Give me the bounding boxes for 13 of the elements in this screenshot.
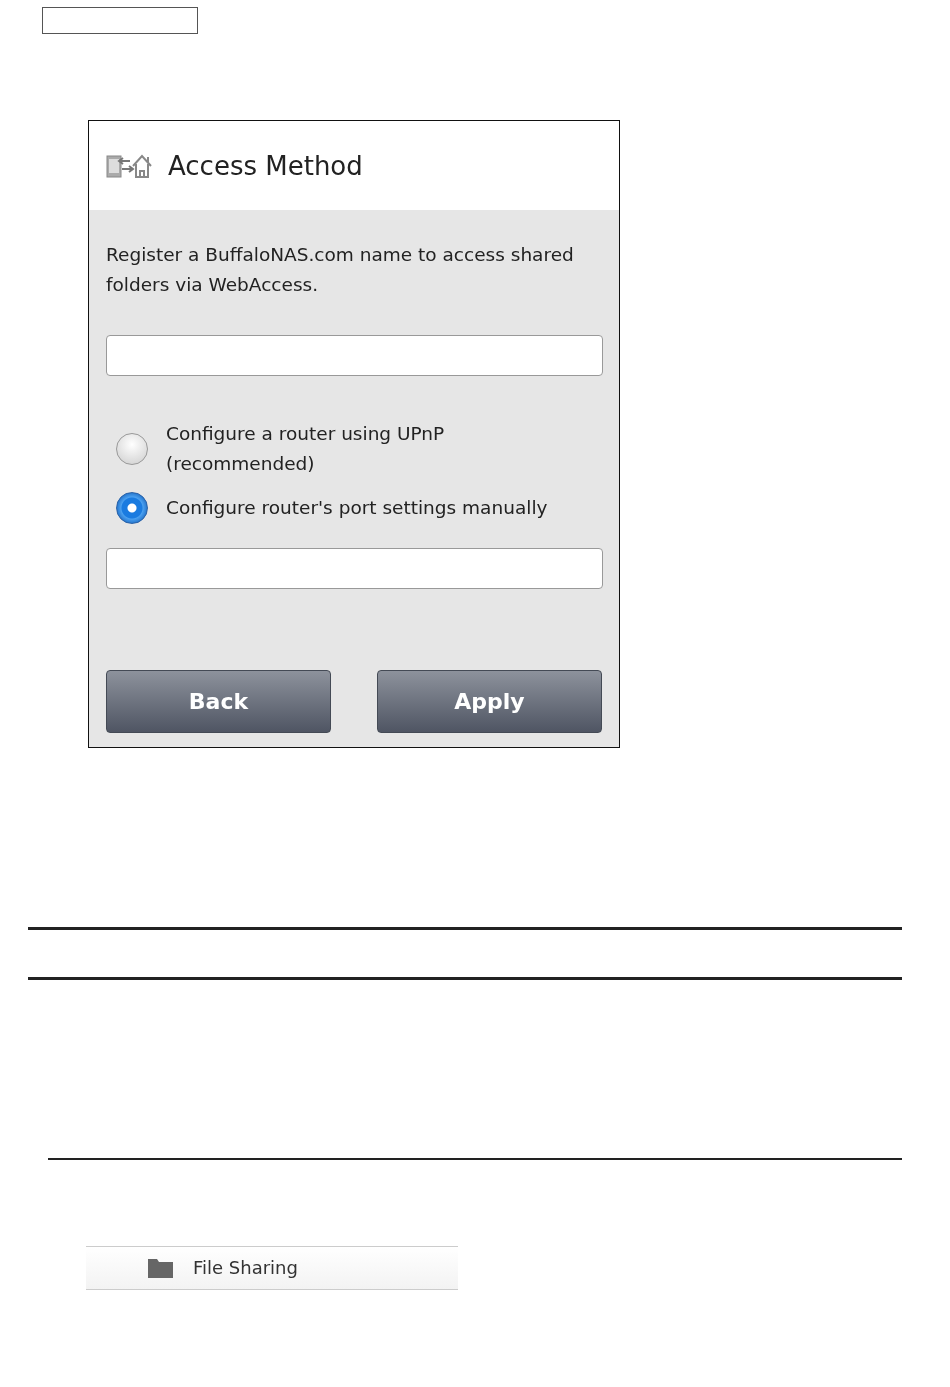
back-button[interactable]: Back <box>106 670 331 733</box>
option-label: Configure router's port settings manually <box>166 496 548 520</box>
radio-button[interactable] <box>116 433 148 465</box>
option-label: Configure a router using UPnP (recommended) <box>166 422 445 476</box>
folder-icon <box>148 1257 173 1278</box>
description-text: Register a BuffaloNAS.com name to access shared folders via WebAccess. <box>106 243 575 297</box>
name-input-field[interactable] <box>106 335 603 376</box>
phone-house-icon <box>106 152 154 179</box>
dialog-title: Access Method <box>168 150 363 181</box>
port-input-field[interactable] <box>106 548 603 589</box>
radio-button[interactable] <box>116 492 148 524</box>
menu-item[interactable]: File Sharing <box>86 1245 458 1290</box>
apply-button[interactable]: Apply <box>377 670 602 733</box>
